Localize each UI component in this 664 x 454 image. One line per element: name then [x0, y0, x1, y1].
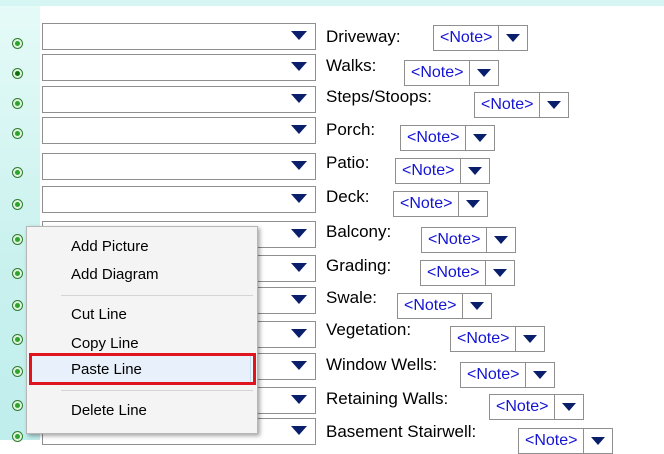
note-value: <Note> — [401, 126, 467, 150]
line-combo-6[interactable] — [42, 186, 316, 213]
note-dropdown-grading[interactable]: <Note> — [420, 260, 516, 286]
row-radio-5[interactable] — [12, 167, 23, 178]
note-value: <Note> — [405, 61, 471, 85]
chevron-down-icon[interactable] — [291, 395, 307, 404]
note-value: <Note> — [475, 93, 541, 117]
label-walks: Walks: — [326, 56, 377, 75]
chevron-down-icon[interactable] — [291, 229, 307, 238]
note-dropdown-patio[interactable]: <Note> — [395, 158, 491, 184]
chevron-down-icon[interactable] — [291, 263, 307, 272]
note-value: <Note> — [394, 192, 460, 216]
label-deck: Deck: — [326, 187, 370, 206]
row-radio-11[interactable] — [12, 366, 23, 377]
label-driveway: Driveway: — [326, 27, 401, 46]
top-background-strip — [0, 0, 664, 6]
chevron-down-icon[interactable] — [516, 327, 544, 351]
line-combo-5[interactable] — [42, 153, 316, 180]
chevron-down-icon[interactable] — [463, 294, 491, 318]
label-swale: Swale: — [326, 288, 378, 307]
menu-item-add-diagram[interactable]: Add Diagram — [71, 266, 159, 283]
chevron-down-icon[interactable] — [291, 295, 307, 304]
note-value: <Note> — [421, 261, 487, 285]
row-radio-8[interactable] — [12, 268, 23, 279]
menu-separator — [61, 390, 253, 391]
note-value: <Note> — [398, 294, 464, 318]
note-dropdown-swale[interactable]: <Note> — [397, 293, 493, 319]
label-retaining-walls: Retaining Walls: — [326, 389, 449, 408]
chevron-down-icon[interactable] — [487, 228, 515, 252]
label-basement-stairwell: Basement Stairwell: — [326, 422, 477, 441]
chevron-down-icon[interactable] — [291, 361, 307, 370]
chevron-down-icon[interactable] — [291, 161, 307, 170]
row-radio-6[interactable] — [12, 199, 23, 210]
row-radio-1[interactable] — [12, 38, 23, 49]
note-value: <Note> — [451, 327, 517, 351]
menu-separator — [61, 295, 253, 296]
note-dropdown-window-wells[interactable]: <Note> — [460, 362, 556, 388]
chevron-down-icon[interactable] — [291, 426, 307, 435]
chevron-down-icon[interactable] — [555, 395, 583, 419]
chevron-down-icon[interactable] — [291, 194, 307, 203]
label-porch: Porch: — [326, 120, 376, 139]
chevron-down-icon[interactable] — [459, 192, 487, 216]
chevron-down-icon[interactable] — [291, 329, 307, 338]
note-dropdown-walks[interactable]: <Note> — [404, 60, 500, 86]
menu-item-cut-line[interactable]: Cut Line — [71, 306, 127, 323]
menu-item-copy-line[interactable]: Copy Line — [71, 335, 139, 352]
row-radio-2[interactable] — [12, 68, 23, 79]
highlight-outline — [29, 353, 256, 385]
label-balcony: Balcony: — [326, 222, 392, 241]
context-menu: Add Picture Add Diagram Cut Line Copy Li… — [26, 226, 258, 434]
note-dropdown-basement-stairwell[interactable]: <Note> — [518, 428, 614, 454]
note-dropdown-balcony[interactable]: <Note> — [421, 227, 517, 253]
note-value: <Note> — [490, 395, 556, 419]
chevron-down-icon[interactable] — [470, 61, 498, 85]
chevron-down-icon[interactable] — [540, 93, 568, 117]
menu-item-delete-line[interactable]: Delete Line — [71, 402, 147, 419]
row-radio-9[interactable] — [12, 300, 23, 311]
row-radio-7[interactable] — [12, 234, 23, 245]
chevron-down-icon[interactable] — [526, 363, 554, 387]
label-window-wells: Window Wells: — [326, 355, 438, 374]
note-dropdown-porch[interactable]: <Note> — [400, 125, 496, 151]
note-dropdown-steps-stoops[interactable]: <Note> — [474, 92, 570, 118]
chevron-down-icon[interactable] — [461, 159, 489, 183]
note-value: <Note> — [396, 159, 462, 183]
note-dropdown-retaining-walls[interactable]: <Note> — [489, 394, 585, 420]
chevron-down-icon[interactable] — [291, 94, 307, 103]
label-steps-stoops: Steps/Stoops: — [326, 87, 432, 106]
chevron-down-icon[interactable] — [499, 26, 527, 50]
chevron-down-icon[interactable] — [291, 62, 307, 71]
chevron-down-icon[interactable] — [291, 31, 307, 40]
line-combo-1[interactable] — [42, 23, 316, 50]
menu-item-add-picture[interactable]: Add Picture — [71, 238, 149, 255]
note-dropdown-driveway[interactable]: <Note> — [433, 25, 529, 51]
label-grading: Grading: — [326, 256, 392, 275]
row-radio-13[interactable] — [12, 431, 23, 442]
chevron-down-icon[interactable] — [291, 125, 307, 134]
chevron-down-icon[interactable] — [584, 429, 612, 453]
chevron-down-icon[interactable] — [466, 126, 494, 150]
row-radio-4[interactable] — [12, 128, 23, 139]
note-value: <Note> — [434, 26, 500, 50]
note-value: <Note> — [422, 228, 488, 252]
note-value: <Note> — [519, 429, 585, 453]
row-radio-12[interactable] — [12, 400, 23, 411]
line-combo-3[interactable] — [42, 86, 316, 113]
chevron-down-icon[interactable] — [486, 261, 514, 285]
label-vegetation: Vegetation: — [326, 320, 412, 339]
line-combo-4[interactable] — [42, 117, 316, 144]
note-value: <Note> — [461, 363, 527, 387]
line-combo-2[interactable] — [42, 54, 316, 81]
note-dropdown-deck[interactable]: <Note> — [393, 191, 489, 217]
row-radio-3[interactable] — [12, 98, 23, 109]
label-patio: Patio: — [326, 153, 370, 172]
note-dropdown-vegetation[interactable]: <Note> — [450, 326, 546, 352]
row-radio-10[interactable] — [12, 334, 23, 345]
